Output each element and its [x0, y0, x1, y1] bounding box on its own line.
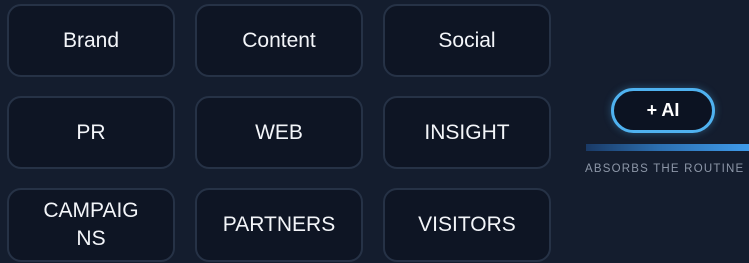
tile-campaigns-label: CAMPAIGNS [43, 199, 139, 250]
tile-visitors[interactable]: VISITORS [383, 188, 551, 262]
channel-board: Brand Content Social PR WEB INSIGHT CAMP… [0, 0, 749, 263]
tile-pr[interactable]: PR [7, 96, 175, 169]
ai-gradient-bar [586, 144, 749, 151]
tile-brand-label: Brand [62, 28, 120, 52]
tile-partners-label: PARTNERS [222, 213, 336, 236]
tile-brand[interactable]: Brand [7, 4, 175, 77]
ai-caption: ABSORBS THE ROUTINE [585, 163, 745, 175]
tile-insight-label: INSIGHT [424, 120, 510, 144]
add-ai-label: + AI [646, 100, 680, 120]
tile-content[interactable]: Content [195, 4, 363, 77]
tile-social-label: Social [438, 28, 496, 52]
tile-insight[interactable]: INSIGHT [383, 96, 551, 169]
tile-social[interactable]: Social [383, 4, 551, 77]
add-ai-button[interactable]: + AI [611, 88, 715, 133]
tile-visitors-label: VISITORS [418, 213, 516, 236]
tile-partners[interactable]: PARTNERS [195, 188, 363, 262]
tile-web[interactable]: WEB [195, 96, 363, 169]
tile-campaigns[interactable]: CAMPAIGNS [7, 188, 175, 262]
tile-web-label: WEB [255, 120, 303, 144]
tile-pr-label: PR [76, 120, 106, 144]
tile-content-label: Content [242, 28, 316, 52]
